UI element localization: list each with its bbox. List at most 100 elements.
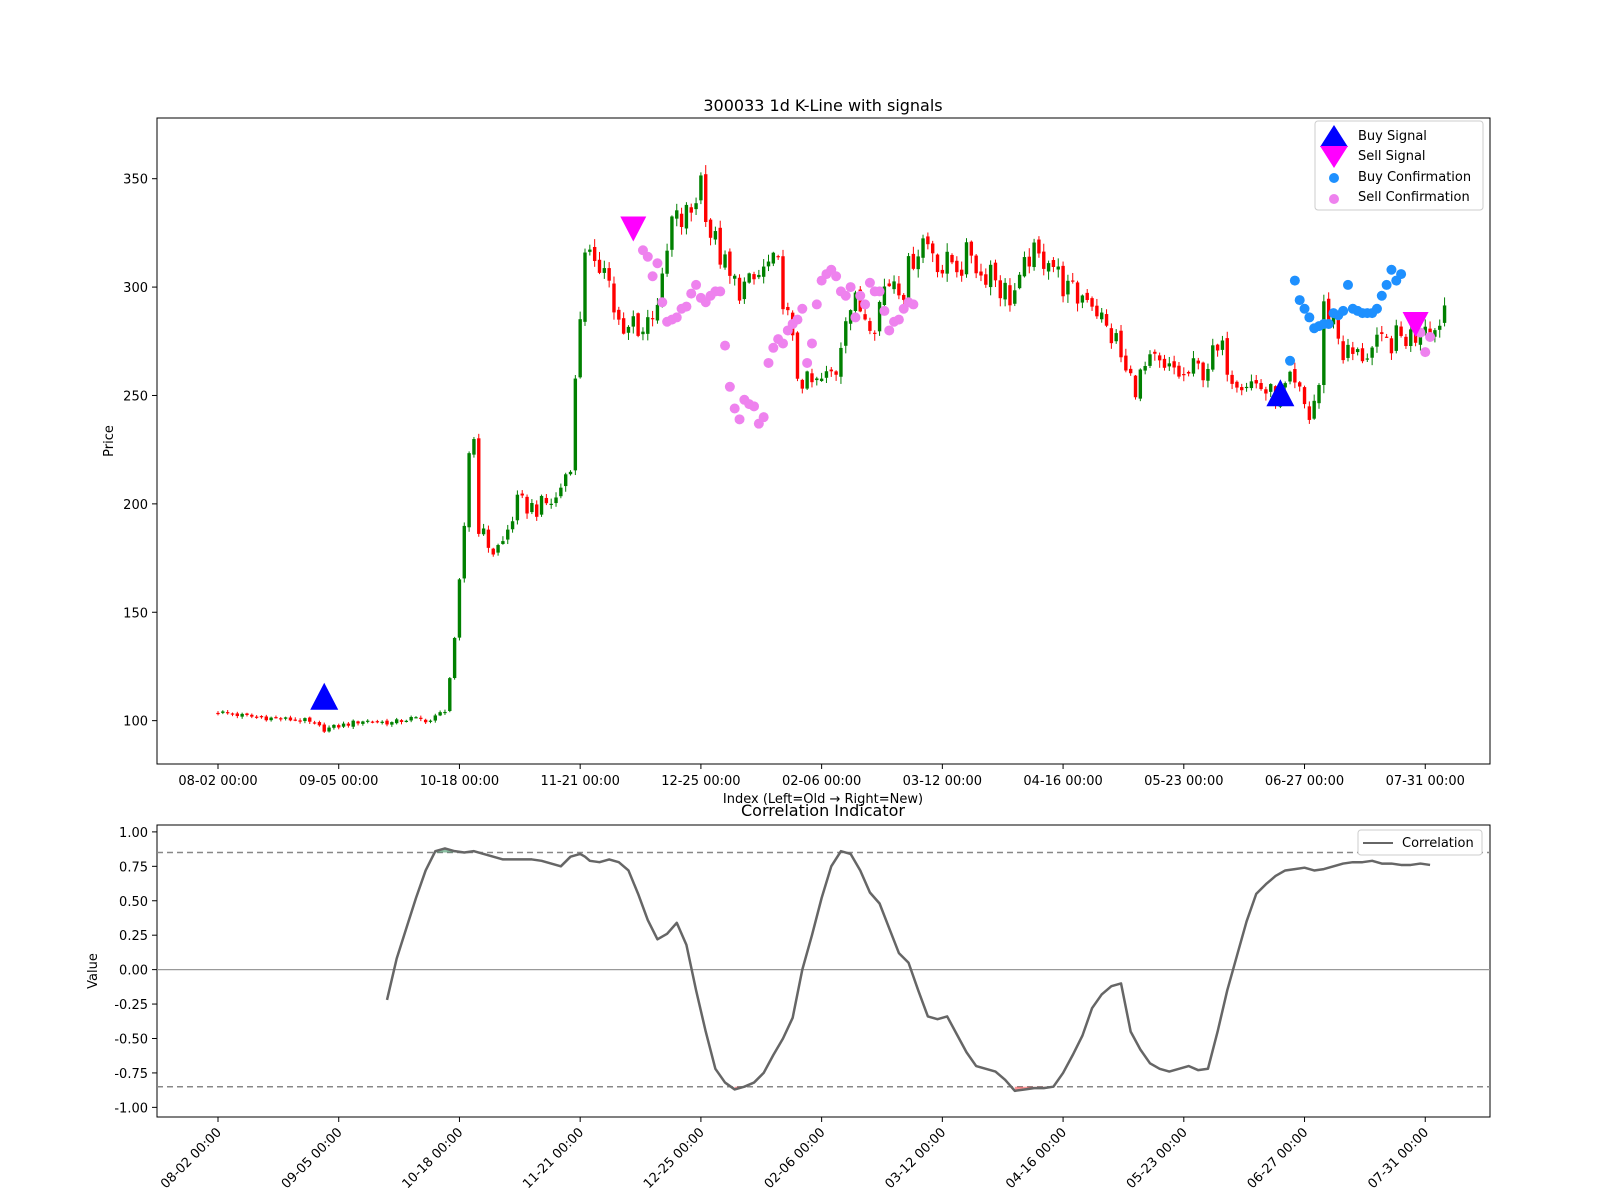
candle-body: [390, 722, 394, 725]
candle-body: [993, 262, 998, 281]
candle-body: [230, 713, 235, 715]
candle-body: [1196, 360, 1200, 364]
candle-body: [341, 723, 346, 727]
sell-confirmation-point: [884, 325, 895, 336]
correlation-ytick-label: -0.50: [114, 1032, 148, 1047]
candle-body: [1297, 382, 1302, 387]
candle-body: [549, 503, 553, 505]
sell-confirmation-point: [715, 286, 726, 297]
correlation-ytick-label: 0.00: [119, 964, 148, 979]
sell-confirmation-point: [652, 258, 663, 269]
candle-body: [713, 231, 718, 240]
candle-body: [1162, 358, 1167, 368]
sell-confirmation-point: [864, 277, 875, 288]
legend-sell-confirmation: Sell Confirmation: [1358, 190, 1470, 205]
sell-confirmation-point: [874, 286, 885, 297]
candle-body: [839, 347, 843, 377]
candle-body: [781, 256, 785, 310]
candle-body: [964, 242, 969, 275]
candle-body: [592, 246, 597, 262]
kline-xtick-label: 02-06 00:00: [782, 774, 861, 789]
correlation-ytick-label: 1.00: [119, 826, 148, 841]
candle-body: [684, 204, 689, 229]
candle-body: [559, 487, 563, 497]
candle-body: [1409, 329, 1413, 347]
candle-body: [356, 721, 360, 724]
candle-body: [742, 281, 747, 300]
buy-confirmation-legend-marker: [1329, 173, 1339, 183]
candle-body: [824, 371, 829, 378]
candle-body: [1211, 345, 1215, 370]
candle-body: [1177, 365, 1181, 377]
candle-body: [689, 207, 693, 213]
candle-body: [254, 716, 259, 718]
candle-body: [409, 717, 413, 721]
kline-chart: 300033 1d K-Line with signals 100 150 200 2…: [102, 96, 1491, 807]
candle-body: [448, 678, 452, 711]
candle-body: [1017, 274, 1022, 289]
candle-body: [988, 264, 993, 288]
candle-body: [578, 319, 582, 378]
sell-confirmation-point: [642, 251, 653, 262]
candle-body: [1244, 386, 1249, 389]
candle-body: [959, 269, 964, 276]
candle-body: [1249, 381, 1254, 389]
candle-body: [298, 720, 302, 722]
candle-body: [525, 496, 529, 514]
candle-body: [544, 497, 549, 504]
candle-body: [815, 378, 819, 381]
candle-body: [452, 637, 457, 679]
candle-body: [819, 378, 824, 382]
candle-body: [675, 210, 679, 219]
kline-ytick-label: 150: [123, 606, 148, 621]
sell-confirmation-point: [729, 403, 740, 414]
correlation-xtick-label: 06-27 00:00: [1245, 1125, 1312, 1192]
candle-body: [506, 529, 510, 540]
candle-body: [911, 253, 916, 269]
kline-xtick-label: 04-16 00:00: [1023, 774, 1102, 789]
candle-body: [1235, 381, 1239, 388]
candle-body: [1042, 251, 1046, 269]
candle-body: [279, 718, 283, 720]
candle-body: [443, 711, 447, 714]
candle-body: [332, 724, 336, 728]
candle-body: [1191, 358, 1196, 374]
buy-confirmation-point: [1371, 303, 1382, 314]
candle-body: [974, 255, 978, 274]
candle-body: [539, 495, 544, 515]
sell-confirmation-point: [855, 290, 866, 301]
kline-title: 300033 1d K-Line with signals: [703, 96, 942, 115]
candle-body: [873, 332, 877, 334]
sell-signal-marker: [620, 216, 647, 242]
candle-body: [935, 254, 940, 273]
candle-body: [906, 256, 911, 301]
candle-body: [694, 203, 698, 210]
correlation-xtick-label: 11-21 00:00: [520, 1125, 587, 1192]
candle-body: [515, 494, 520, 521]
candle-body: [636, 313, 640, 336]
candle-body: [414, 717, 418, 719]
candle-body: [1138, 369, 1143, 399]
candle-body: [322, 724, 326, 732]
candle-body: [438, 712, 442, 716]
candle-body: [351, 720, 355, 727]
candle-body: [766, 261, 771, 267]
correlation-ytick-label: 0.75: [119, 860, 148, 875]
candle-body: [921, 238, 925, 258]
legend-buy-confirmation: Buy Confirmation: [1358, 170, 1471, 185]
candle-body: [1186, 371, 1191, 374]
correlation-chart: Correlation Indicator -1.00 -0.75 -0.50 -0.…: [86, 801, 1491, 1192]
candle-body: [491, 548, 495, 555]
correlation-ytick-label: -0.25: [114, 998, 148, 1013]
candle-body: [312, 722, 317, 724]
candle-body: [1384, 336, 1389, 338]
candle-body: [617, 309, 621, 320]
candle-body: [665, 250, 669, 274]
candle-body: [897, 283, 901, 296]
candle-body: [786, 306, 790, 311]
sell-confirmation-point: [768, 342, 779, 353]
correlation-xtick-label: 05-23 00:00: [1124, 1125, 1191, 1192]
candle-body: [1109, 328, 1114, 344]
kline-xtick-label: 03-12 00:00: [903, 774, 982, 789]
candle-body: [1119, 330, 1123, 358]
